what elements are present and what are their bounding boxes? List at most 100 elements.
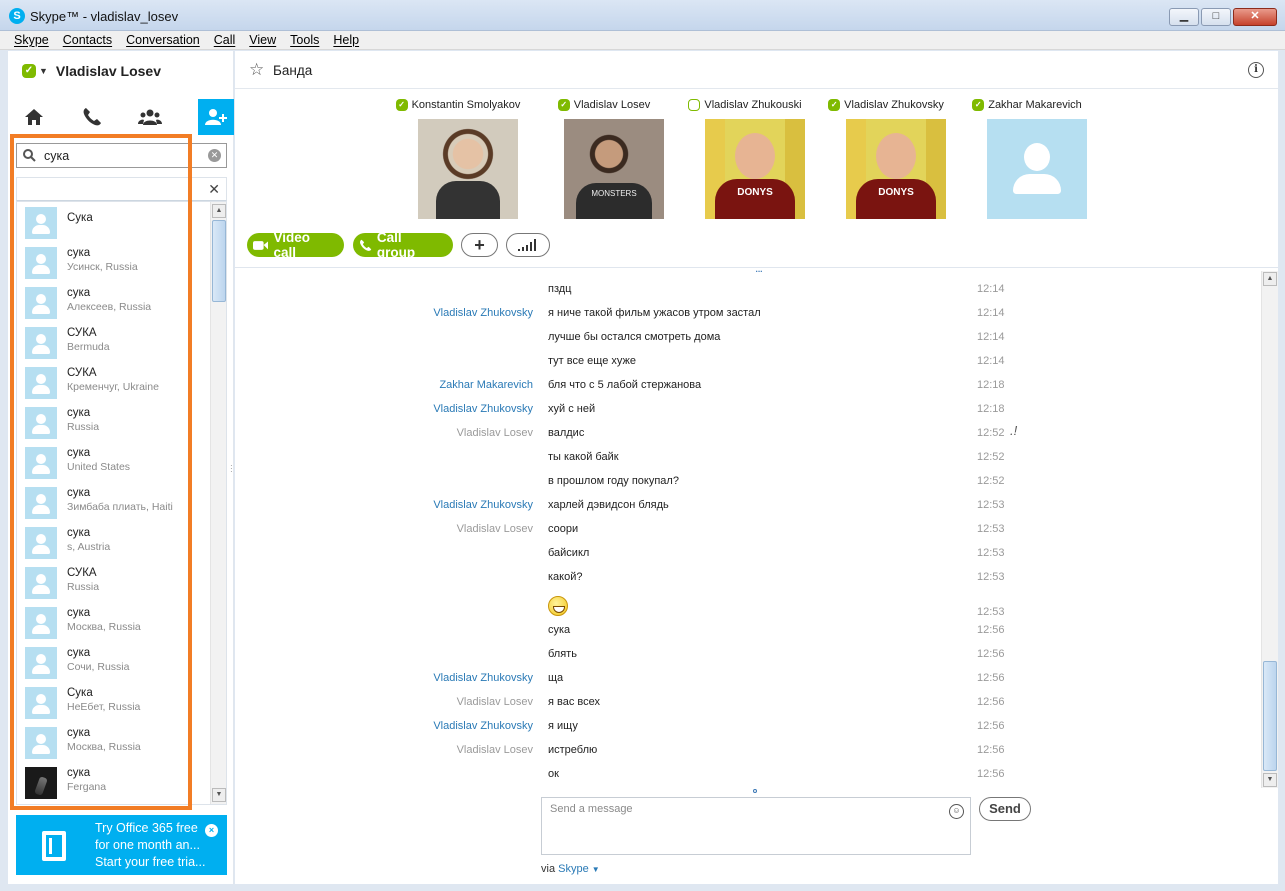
scroll-up-icon[interactable]: ▲ (1263, 272, 1277, 286)
favorite-star-icon[interactable]: ☆ (249, 60, 264, 80)
emoticon-picker-icon[interactable]: ☺ (949, 804, 964, 819)
list-item[interactable]: СУКА Russia (17, 562, 212, 602)
add-participant-button[interactable]: + (461, 233, 498, 257)
menu-conversation[interactable]: Conversation (126, 31, 200, 49)
tab-home[interactable] (14, 99, 54, 135)
contact-name: Сука (67, 212, 93, 224)
menu-help[interactable]: Help (333, 31, 359, 49)
video-camera-icon (253, 240, 269, 250)
message-time: 12:14 (977, 331, 1005, 343)
message-input[interactable]: Send a message (550, 803, 633, 815)
profile-status-menu[interactable]: ✓ ▼ Vladislav Losev (22, 61, 161, 81)
message-sender[interactable]: Vladislav Zhukovsky (433, 307, 533, 319)
search-input[interactable]: сука (44, 149, 69, 163)
list-item[interactable]: сука Зимбаба плиать, Haiti (17, 482, 212, 522)
message-text: хуй с ней (548, 403, 596, 415)
message-time: 12:52 (977, 427, 1005, 439)
scroll-thumb[interactable] (212, 220, 226, 302)
search-icon (23, 149, 36, 162)
contact-location: Кременчуг, Ukraine (67, 381, 159, 393)
online-check-icon: ✓ (22, 64, 36, 78)
conversation-header: ☆ Банда i (235, 51, 1278, 89)
list-item[interactable]: сука Сочи, Russia (17, 642, 212, 682)
call-group-button[interactable]: Call group (353, 230, 453, 260)
menu-call[interactable]: Call (214, 31, 236, 49)
call-quality-button[interactable] (506, 233, 550, 257)
send-button[interactable]: Send (979, 797, 1031, 821)
more-participants-toggle[interactable]: ... (755, 261, 763, 275)
office-promo-banner[interactable]: Try Office 365 free for one month an... … (16, 815, 227, 875)
menu-tools[interactable]: Tools (290, 31, 319, 49)
close-button[interactable]: ✕ (1233, 8, 1277, 26)
message-row: Vladislav Losev я вас всех 12:56 (235, 691, 1260, 715)
contact-location: Russia (67, 421, 100, 433)
participant[interactable]: ✓ Vladislav Losev (539, 97, 669, 219)
message-text: истреблю (548, 744, 598, 756)
menu-skype[interactable]: Skype (14, 31, 49, 49)
avatar (25, 767, 57, 799)
tab-calls[interactable] (72, 99, 112, 135)
message-text: в прошлом году покупал? (548, 475, 679, 487)
scroll-down-icon[interactable]: ▼ (1263, 773, 1277, 787)
scroll-up-icon[interactable]: ▲ (212, 204, 226, 218)
message-text: валдис (548, 427, 585, 439)
list-item[interactable]: сука Москва, Russia (17, 602, 212, 642)
close-results-button[interactable]: ✕ (208, 181, 220, 198)
list-item[interactable]: сука s, Austria (17, 522, 212, 562)
scroll-thumb[interactable] (1263, 661, 1277, 771)
tab-contacts[interactable] (130, 99, 170, 135)
list-item[interactable]: СУКА Bermuda (17, 322, 212, 362)
message-sender[interactable]: Vladislav Losev (457, 427, 533, 439)
contact-name: сука (67, 247, 91, 259)
list-item[interactable]: сука Москва, Russia (17, 722, 212, 762)
splitter-handle[interactable]: · · · (230, 462, 233, 476)
list-item[interactable]: сука Усинск, Russia (17, 242, 212, 282)
list-item[interactable]: сука United States (17, 442, 212, 482)
message-sender[interactable]: Zakhar Makarevich (439, 379, 533, 391)
message-sender[interactable]: Vladislav Zhukovsky (433, 672, 533, 684)
message-sender[interactable]: Vladislav Losev (457, 744, 533, 756)
message-time: 12:18 (977, 403, 1005, 415)
menu-contacts[interactable]: Contacts (63, 31, 112, 49)
list-item[interactable]: Сука (17, 202, 212, 242)
list-item[interactable]: СУКА Кременчуг, Ukraine (17, 362, 212, 402)
message-sender[interactable]: Vladislav Losev (457, 696, 533, 708)
message-row: 12:53 (235, 590, 1260, 618)
close-icon[interactable]: × (205, 824, 218, 837)
video-call-button[interactable]: Video call (247, 230, 344, 260)
message-row: ок 12:56 (235, 763, 1260, 787)
conversation-scrollbar[interactable]: ▲ ▼ (1261, 271, 1278, 788)
list-item[interactable]: сука Russia (17, 402, 212, 442)
contact-name: сука (67, 647, 91, 659)
participant[interactable]: ✓ Zakhar Makarevich (962, 97, 1092, 219)
clear-icon[interactable]: ✕ (208, 149, 221, 162)
message-sender[interactable]: Vladislav Zhukovsky (433, 403, 533, 415)
info-icon[interactable]: i (1248, 62, 1264, 78)
maximize-button[interactable]: □ (1201, 8, 1231, 26)
conversation-title: Банда (273, 63, 313, 78)
minimize-button[interactable]: ▁ (1169, 8, 1199, 26)
scroll-down-icon[interactable]: ▼ (212, 788, 226, 802)
via-service-selector[interactable]: via Skype ▼ (541, 863, 600, 875)
list-item[interactable]: сука Fergana (17, 762, 212, 802)
window-title: Skype™ - vladislav_losev (30, 9, 179, 24)
search-field[interactable]: сука ✕ (16, 143, 227, 168)
list-item[interactable]: Сука НеЕбет, Russia (17, 682, 212, 722)
menu-view[interactable]: View (249, 31, 276, 49)
participant[interactable]: ✓ Konstantin Smolyakov (393, 97, 523, 219)
participant[interactable]: Vladislav Zhukouski (680, 97, 810, 219)
message-time: 12:53 (977, 571, 1005, 583)
message-row: Vladislav Zhukovsky хуй с ней 12:18 (235, 398, 1260, 422)
message-compose[interactable]: Send a message ☺ (541, 797, 971, 855)
message-sender[interactable]: Vladislav Losev (457, 523, 533, 535)
participant[interactable]: ✓ Vladislav Zhukovsky (821, 97, 951, 219)
tab-add-contact[interactable] (198, 99, 234, 135)
message-time: 12:52 (977, 451, 1005, 463)
message-row: блять 12:56 (235, 643, 1260, 667)
message-sender[interactable]: Vladislav Zhukovsky (433, 720, 533, 732)
call-icon (83, 108, 101, 126)
results-scrollbar[interactable]: ▲ ▼ (210, 202, 226, 804)
list-item[interactable]: сука Алексеев, Russia (17, 282, 212, 322)
message-sender[interactable]: Vladislav Zhukovsky (433, 499, 533, 511)
avatar (25, 407, 57, 439)
